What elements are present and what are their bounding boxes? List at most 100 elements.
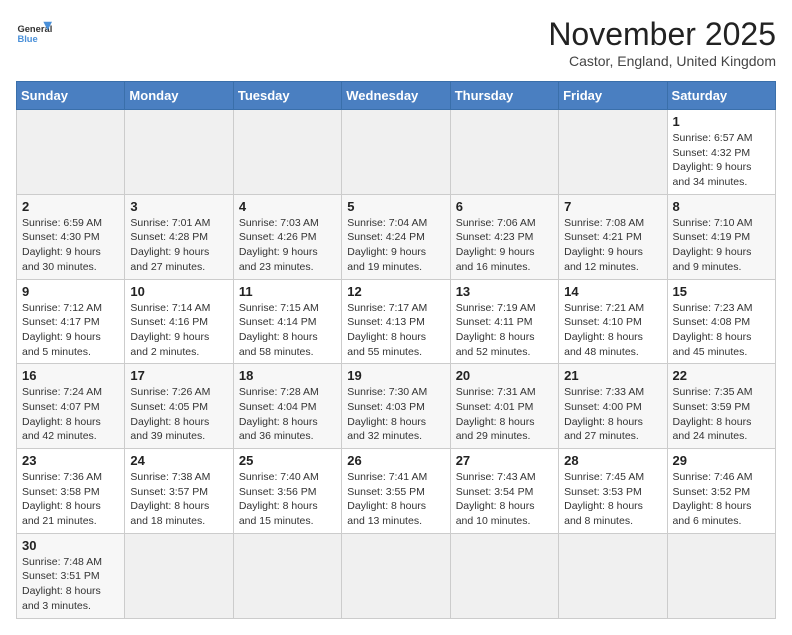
day-info: Sunrise: 7:45 AM Sunset: 3:53 PM Dayligh…	[564, 470, 661, 529]
day-number: 9	[22, 284, 119, 299]
day-number: 12	[347, 284, 444, 299]
weekday-header-wednesday: Wednesday	[342, 82, 450, 110]
day-number: 27	[456, 453, 553, 468]
day-number: 18	[239, 368, 336, 383]
day-number: 10	[130, 284, 227, 299]
calendar-day-cell	[559, 533, 667, 618]
weekday-header-monday: Monday	[125, 82, 233, 110]
calendar-day-cell: 23 Sunrise: 7:36 AM Sunset: 3:58 PM Dayli…	[17, 449, 125, 534]
calendar-day-cell: 3 Sunrise: 7:01 AM Sunset: 4:28 PM Daylig…	[125, 194, 233, 279]
day-info: Sunrise: 7:24 AM Sunset: 4:07 PM Dayligh…	[22, 385, 119, 444]
calendar-day-cell: 22 Sunrise: 7:35 AM Sunset: 3:59 PM Dayli…	[667, 364, 775, 449]
calendar-day-cell	[450, 110, 558, 195]
day-info: Sunrise: 7:43 AM Sunset: 3:54 PM Dayligh…	[456, 470, 553, 529]
calendar-day-cell	[342, 110, 450, 195]
calendar-week-row: 30 Sunrise: 7:48 AM Sunset: 3:51 PM Dayli…	[17, 533, 776, 618]
calendar-day-cell: 15 Sunrise: 7:23 AM Sunset: 4:08 PM Dayli…	[667, 279, 775, 364]
day-number: 30	[22, 538, 119, 553]
day-number: 25	[239, 453, 336, 468]
calendar-day-cell: 8 Sunrise: 7:10 AM Sunset: 4:19 PM Daylig…	[667, 194, 775, 279]
calendar-day-cell	[342, 533, 450, 618]
calendar-day-cell: 4Sunrise: 7:03 AM Sunset: 4:26 PM Daylig…	[233, 194, 341, 279]
day-number: 24	[130, 453, 227, 468]
calendar-day-cell: 14 Sunrise: 7:21 AM Sunset: 4:10 PM Dayli…	[559, 279, 667, 364]
calendar-day-cell: 24 Sunrise: 7:38 AM Sunset: 3:57 PM Dayli…	[125, 449, 233, 534]
day-info: Sunrise: 7:08 AM Sunset: 4:21 PM Dayligh…	[564, 216, 661, 275]
day-number: 6	[456, 199, 553, 214]
day-info: Sunrise: 6:57 AM Sunset: 4:32 PM Dayligh…	[673, 131, 770, 190]
day-info: Sunrise: 7:04 AM Sunset: 4:24 PM Dayligh…	[347, 216, 444, 275]
day-number: 3	[130, 199, 227, 214]
logo: General Blue	[16, 16, 52, 52]
calendar-day-cell: 12 Sunrise: 7:17 AM Sunset: 4:13 PM Dayli…	[342, 279, 450, 364]
weekday-header-row: SundayMondayTuesdayWednesdayThursdayFrid…	[17, 82, 776, 110]
day-number: 29	[673, 453, 770, 468]
day-info: Sunrise: 7:41 AM Sunset: 3:55 PM Dayligh…	[347, 470, 444, 529]
day-number: 14	[564, 284, 661, 299]
calendar-day-cell	[233, 533, 341, 618]
calendar-day-cell: 20 Sunrise: 7:31 AM Sunset: 4:01 PM Dayli…	[450, 364, 558, 449]
calendar-day-cell	[17, 110, 125, 195]
day-info: Sunrise: 7:17 AM Sunset: 4:13 PM Dayligh…	[347, 301, 444, 360]
page-header: General Blue November 2025 Castor, Engla…	[16, 16, 776, 69]
calendar-day-cell: 7 Sunrise: 7:08 AM Sunset: 4:21 PM Daylig…	[559, 194, 667, 279]
day-number: 1	[673, 114, 770, 129]
day-info: Sunrise: 7:06 AM Sunset: 4:23 PM Dayligh…	[456, 216, 553, 275]
day-info: Sunrise: 7:21 AM Sunset: 4:10 PM Dayligh…	[564, 301, 661, 360]
day-number: 7	[564, 199, 661, 214]
calendar-day-cell: 30 Sunrise: 7:48 AM Sunset: 3:51 PM Dayli…	[17, 533, 125, 618]
day-info: Sunrise: 7:01 AM Sunset: 4:28 PM Dayligh…	[130, 216, 227, 275]
day-info: Sunrise: 7:14 AM Sunset: 4:16 PM Dayligh…	[130, 301, 227, 360]
day-number: 2	[22, 199, 119, 214]
calendar-day-cell: 17Sunrise: 7:26 AM Sunset: 4:05 PM Dayli…	[125, 364, 233, 449]
calendar-day-cell: 25 Sunrise: 7:40 AM Sunset: 3:56 PM Dayli…	[233, 449, 341, 534]
calendar-day-cell	[667, 533, 775, 618]
calendar-day-cell: 18 Sunrise: 7:28 AM Sunset: 4:04 PM Dayli…	[233, 364, 341, 449]
calendar-day-cell: 13Sunrise: 7:19 AM Sunset: 4:11 PM Dayli…	[450, 279, 558, 364]
day-info: Sunrise: 7:23 AM Sunset: 4:08 PM Dayligh…	[673, 301, 770, 360]
day-info: Sunrise: 7:38 AM Sunset: 3:57 PM Dayligh…	[130, 470, 227, 529]
day-info: Sunrise: 7:28 AM Sunset: 4:04 PM Dayligh…	[239, 385, 336, 444]
calendar-day-cell: 6 Sunrise: 7:06 AM Sunset: 4:23 PM Daylig…	[450, 194, 558, 279]
weekday-header-sunday: Sunday	[17, 82, 125, 110]
day-number: 20	[456, 368, 553, 383]
calendar-day-cell: 21Sunrise: 7:33 AM Sunset: 4:00 PM Dayli…	[559, 364, 667, 449]
day-info: Sunrise: 7:46 AM Sunset: 3:52 PM Dayligh…	[673, 470, 770, 529]
calendar-day-cell: 26Sunrise: 7:41 AM Sunset: 3:55 PM Dayli…	[342, 449, 450, 534]
day-number: 5	[347, 199, 444, 214]
calendar-day-cell: 11Sunrise: 7:15 AM Sunset: 4:14 PM Dayli…	[233, 279, 341, 364]
day-info: Sunrise: 6:59 AM Sunset: 4:30 PM Dayligh…	[22, 216, 119, 275]
logo-icon: General Blue	[16, 16, 52, 52]
day-info: Sunrise: 7:33 AM Sunset: 4:00 PM Dayligh…	[564, 385, 661, 444]
calendar-day-cell: 27 Sunrise: 7:43 AM Sunset: 3:54 PM Dayli…	[450, 449, 558, 534]
calendar-day-cell: 2 Sunrise: 6:59 AM Sunset: 4:30 PM Daylig…	[17, 194, 125, 279]
calendar-day-cell	[450, 533, 558, 618]
calendar-day-cell: 19 Sunrise: 7:30 AM Sunset: 4:03 PM Dayli…	[342, 364, 450, 449]
day-number: 8	[673, 199, 770, 214]
weekday-header-friday: Friday	[559, 82, 667, 110]
calendar-week-row: 1 Sunrise: 6:57 AM Sunset: 4:32 PM Daylig…	[17, 110, 776, 195]
day-info: Sunrise: 7:40 AM Sunset: 3:56 PM Dayligh…	[239, 470, 336, 529]
day-number: 22	[673, 368, 770, 383]
day-number: 4	[239, 199, 336, 214]
day-number: 15	[673, 284, 770, 299]
calendar-day-cell: 29 Sunrise: 7:46 AM Sunset: 3:52 PM Dayli…	[667, 449, 775, 534]
day-info: Sunrise: 7:31 AM Sunset: 4:01 PM Dayligh…	[456, 385, 553, 444]
day-number: 17	[130, 368, 227, 383]
weekday-header-tuesday: Tuesday	[233, 82, 341, 110]
calendar-day-cell: 10 Sunrise: 7:14 AM Sunset: 4:16 PM Dayli…	[125, 279, 233, 364]
day-info: Sunrise: 7:48 AM Sunset: 3:51 PM Dayligh…	[22, 555, 119, 614]
day-info: Sunrise: 7:35 AM Sunset: 3:59 PM Dayligh…	[673, 385, 770, 444]
day-number: 19	[347, 368, 444, 383]
calendar-day-cell: 5 Sunrise: 7:04 AM Sunset: 4:24 PM Daylig…	[342, 194, 450, 279]
calendar-day-cell: 16Sunrise: 7:24 AM Sunset: 4:07 PM Dayli…	[17, 364, 125, 449]
day-number: 23	[22, 453, 119, 468]
svg-text:Blue: Blue	[17, 34, 37, 44]
weekday-header-thursday: Thursday	[450, 82, 558, 110]
calendar-week-row: 23 Sunrise: 7:36 AM Sunset: 3:58 PM Dayli…	[17, 449, 776, 534]
day-number: 13	[456, 284, 553, 299]
day-info: Sunrise: 7:30 AM Sunset: 4:03 PM Dayligh…	[347, 385, 444, 444]
day-info: Sunrise: 7:10 AM Sunset: 4:19 PM Dayligh…	[673, 216, 770, 275]
day-info: Sunrise: 7:12 AM Sunset: 4:17 PM Dayligh…	[22, 301, 119, 360]
day-info: Sunrise: 7:36 AM Sunset: 3:58 PM Dayligh…	[22, 470, 119, 529]
